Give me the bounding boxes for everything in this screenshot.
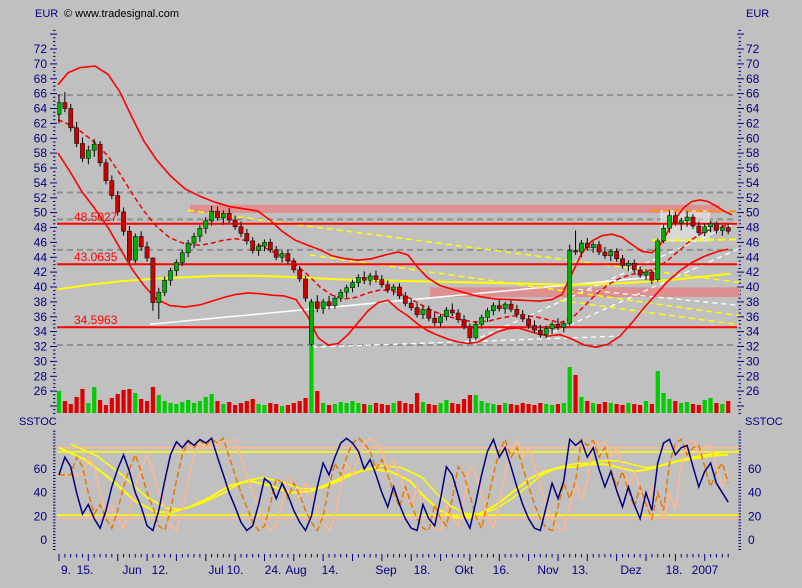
price-axis-label-right: 54 (746, 176, 760, 190)
trading-chart-screenshot: 48.502743.063534.59637272707068686666646… (0, 0, 802, 588)
sstoc-axis-label-right: 40 (748, 486, 762, 500)
price-axis-label-right: 40 (746, 280, 760, 294)
sstoc-axis-label-right: 60 (748, 462, 762, 476)
price-axis-label-left: 58 (34, 146, 48, 160)
price-axis-label-left: 50 (34, 206, 48, 220)
price-axis-label-right: 42 (746, 265, 760, 279)
date-axis-label: 18. (414, 563, 431, 577)
sr-price-label: 34.5963 (74, 313, 118, 327)
price-axis-label-left: 42 (34, 265, 48, 279)
price-axis-label-right: 66 (746, 87, 760, 101)
date-axis-label: Okt (455, 563, 474, 577)
price-axis-label-right: 56 (746, 161, 760, 175)
date-axis-label: 10. (227, 563, 244, 577)
price-axis-label-right: 38 (746, 295, 760, 309)
sstoc-axis-label-right: 0 (748, 533, 755, 547)
price-axis-label-right: 50 (746, 206, 760, 220)
price-axis-label-right: 72 (746, 42, 760, 56)
price-axis-label-left: 72 (34, 42, 48, 56)
sstoc-label-right: SSTOC (745, 416, 783, 428)
price-axis-label-right: 70 (746, 57, 760, 71)
date-axis-label: 12. (152, 563, 169, 577)
red-band-upper (58, 66, 732, 301)
price-axis-label-left: 60 (34, 131, 48, 145)
date-axis-label: 9. (61, 563, 71, 577)
price-axis-label-right: 36 (746, 310, 760, 324)
date-axis-label: Dez (620, 563, 641, 577)
price-axis-label-right: 58 (746, 146, 760, 160)
price-axis-label-left: 70 (34, 57, 48, 71)
yellow-trendline-dashed-3 (560, 300, 800, 333)
currency-label-left: EUR (35, 8, 58, 20)
price-axis-label-right: 34 (746, 325, 760, 339)
date-axis-label: Aug (285, 563, 306, 577)
price-axis-label-left: 28 (34, 369, 48, 383)
price-axis-label-right: 60 (746, 131, 760, 145)
price-axis-label-right: 44 (746, 250, 760, 264)
currency-label-right: EUR (746, 8, 769, 20)
price-axis-label-left: 62 (34, 116, 48, 130)
sr-price-label: 43.0635 (74, 250, 118, 264)
price-axis-label-left: 52 (34, 191, 48, 205)
price-axis-label-right: 64 (746, 102, 760, 116)
date-axis-label: Sep (375, 563, 397, 577)
price-axis-label-right: 26 (746, 384, 760, 398)
price-axis-label-right: 32 (746, 340, 760, 354)
date-axis-label: Jun (122, 563, 141, 577)
date-axis-label: 13. (572, 563, 589, 577)
price-axis-label-left: 56 (34, 161, 48, 175)
date-axis-label: 14. (322, 563, 339, 577)
price-axis-label-right: 30 (746, 354, 760, 368)
price-axis-label-right: 68 (746, 72, 760, 86)
sstoc-axis-label-left: 60 (34, 462, 48, 476)
price-axis-label-left: 36 (34, 310, 48, 324)
price-axis-label-left: 46 (34, 235, 48, 249)
orange-box-top-dashed (652, 210, 745, 211)
date-axis-label: Jul (208, 563, 223, 577)
price-axis-label-left: 26 (34, 384, 48, 398)
price-axis-label-left: 44 (34, 250, 48, 264)
chart-canvas: 48.502743.063534.59637272707068686666646… (0, 0, 802, 588)
price-axis-label-right: 52 (746, 191, 760, 205)
price-axis-label-left: 32 (34, 340, 48, 354)
date-axis-label: Nov (537, 563, 558, 577)
volume-series (57, 346, 730, 413)
date-axis-label: 18. (666, 563, 683, 577)
price-axis-label-left: 48 (34, 221, 48, 235)
sstoc-axis-label-left: 40 (34, 486, 48, 500)
sstoc-axis-label-left: 20 (34, 509, 48, 523)
sstoc-axis-label-right: 20 (748, 509, 762, 523)
price-axis-label-left: 66 (34, 87, 48, 101)
price-axis-label-left: 40 (34, 280, 48, 294)
price-axis-label-right: 28 (746, 369, 760, 383)
sstoc-panel (57, 438, 740, 530)
price-axis-label-right: 48 (746, 221, 760, 235)
date-axis-label: 15. (77, 563, 94, 577)
price-axis-label-right: 62 (746, 116, 760, 130)
sstoc-axis-label-left: 0 (40, 533, 47, 547)
pink-band (190, 205, 720, 213)
price-axis-label-left: 34 (34, 325, 48, 339)
sstoc-label-left: SSTOC (19, 416, 57, 428)
white-trendline-dashed-4 (312, 336, 620, 347)
price-axis-label-left: 68 (34, 72, 48, 86)
date-axis-label: 2007 (692, 563, 719, 577)
price-axis-label-right: 46 (746, 235, 760, 249)
price-axis-label-left: 30 (34, 354, 48, 368)
copyright-label: © www.tradesignal.com (64, 8, 179, 20)
price-axis-label-left: 54 (34, 176, 48, 190)
price-axis-label-left: 64 (34, 102, 48, 116)
date-axis-label: 24. (265, 563, 282, 577)
sr-price-label: 48.5027 (74, 210, 118, 224)
date-axis-label: 16. (493, 563, 510, 577)
price-axis-label-left: 38 (34, 295, 48, 309)
